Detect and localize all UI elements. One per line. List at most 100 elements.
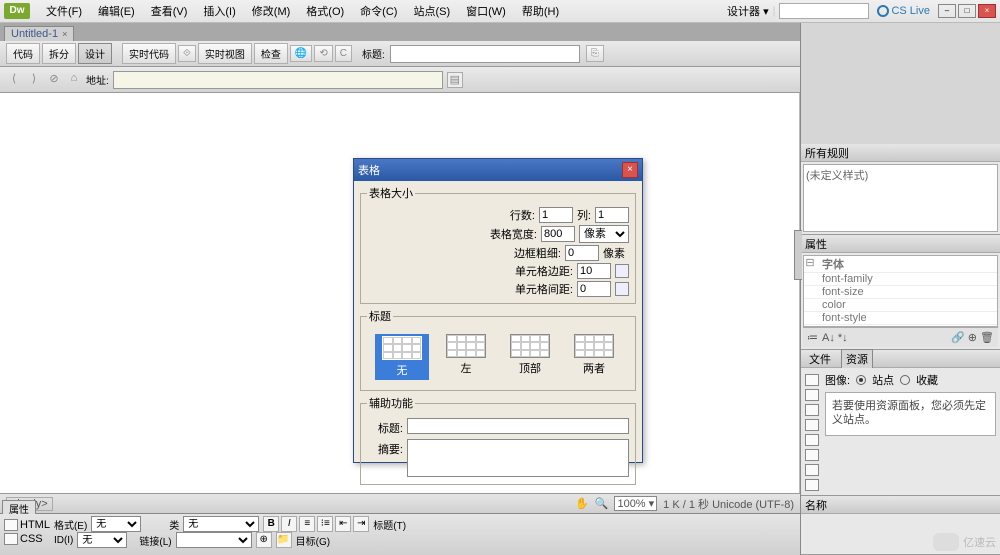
ol-icon[interactable]: ⁝≡ [317,516,333,532]
view-design-button[interactable]: 设计 [78,43,112,64]
menu-view[interactable]: 查看(V) [143,3,196,19]
link-target-icon[interactable]: ⊕ [256,532,272,548]
live-view-button[interactable]: 实时视图 [198,43,252,64]
address-input[interactable] [113,71,443,89]
table-dialog: 表格 × 表格大小 行数: 列: 表格宽度: 像素 边框粗细: 像素 单元格边距… [353,158,643,463]
dialog-titlebar[interactable]: 表格 × [354,159,642,181]
mode-css[interactable]: CSS [4,533,50,545]
menubar: Dw 文件(F) 编辑(E) 查看(V) 插入(I) 修改(M) 格式(O) 命… [0,0,1000,23]
address-go-icon[interactable]: ▤ [447,72,463,88]
watermark: 亿速云 [933,533,996,551]
close-button[interactable]: × [978,4,996,18]
format-select[interactable]: 无 [91,516,141,532]
indent-icon[interactable]: ⇥ [353,516,369,532]
page-title-input[interactable] [390,45,580,63]
link-select[interactable] [176,532,252,548]
nav-home-icon[interactable]: ⌂ [66,72,82,88]
zoom-select[interactable]: 100% ▾ [614,496,657,511]
view-code-button[interactable]: 代码 [6,43,40,64]
assets-message: 若要使用资源面板，您必须先定义站点。 [825,392,996,436]
inspect-button[interactable]: 检查 [254,43,288,64]
width-input[interactable] [541,226,575,242]
menu-commands[interactable]: 命令(C) [352,3,405,19]
nav-stop-icon[interactable]: ⊘ [46,72,62,88]
header-both-option[interactable]: 两者 [567,334,621,380]
rows-input[interactable] [539,207,573,223]
assets-panel: 文件 资源 图像: 站点 收藏 若要使用资源面板，您必须先定义站点。 [801,350,1000,496]
menu-insert[interactable]: 插入(I) [195,3,243,19]
header-left-option[interactable]: 左 [439,334,493,380]
minimize-button[interactable]: – [938,4,956,18]
menu-help[interactable]: 帮助(H) [514,3,567,19]
padding-input[interactable] [577,263,611,279]
view-split-button[interactable]: 拆分 [42,43,76,64]
site-radio[interactable] [856,375,866,385]
assets-category-icons[interactable] [805,374,823,491]
class-select[interactable]: 无 [183,516,259,532]
bold-icon[interactable]: B [263,516,279,532]
props-list[interactable]: ⊟字体 font-family font-size color font-sty… [803,255,998,327]
padding-icon [615,264,629,278]
dialog-close-icon[interactable]: × [622,162,638,178]
padding-label: 单元格边距: [515,263,573,279]
document-tab[interactable]: Untitled-1 × [4,26,74,41]
dialog-title: 表格 [358,162,380,178]
search-input[interactable] [779,3,869,19]
menu-site[interactable]: 站点(S) [405,3,458,19]
settings-icon[interactable]: ⟲ [314,45,332,62]
id-select[interactable]: 无 [77,532,127,548]
menu-window[interactable]: 窗口(W) [458,3,514,19]
group-acc-label: 辅助功能 [367,395,415,411]
class-label: 类 [169,517,179,532]
props-toolbar[interactable]: ≔A↓ *↓ 🔗 ⊕ 🗑 [803,327,998,347]
outdent-icon[interactable]: ⇤ [335,516,351,532]
name-panel-header[interactable]: 名称 [801,496,1000,514]
cslive-button[interactable]: CS Live [873,5,934,17]
refresh-icon[interactable]: C [335,45,352,62]
files-tab[interactable]: 文件 [805,350,835,368]
live-code-button[interactable]: 实时代码 [122,43,176,64]
props-panel-header[interactable]: 属性 [801,235,1000,253]
panel-collapse-handle[interactable] [794,230,802,280]
rules-body: (未定义样式) [803,164,998,232]
title-tool-icon[interactable]: ⎘ [586,45,604,62]
menu-edit[interactable]: 编辑(E) [90,3,143,19]
favorites-radio[interactable] [900,375,910,385]
app-logo: Dw [4,3,30,19]
workspace-switcher[interactable]: 设计器 ▾ [727,3,769,19]
italic-icon[interactable]: I [281,516,297,532]
spacing-input[interactable] [577,281,611,297]
nav-back-icon[interactable]: ⟨ [6,72,22,88]
border-unit: 像素 [603,245,629,261]
accessibility-group: 辅助功能 标题: 摘要: [360,395,636,485]
caption-input[interactable] [407,418,629,434]
assets-panel-header[interactable]: 文件 资源 [801,350,1000,368]
width-unit-select[interactable]: 像素 [579,225,629,243]
border-input[interactable] [565,245,599,261]
hand-tool-icon[interactable]: ✋ [575,497,589,510]
nav-forward-icon[interactable]: ⟩ [26,72,42,88]
mode-html[interactable]: HTML [4,519,50,531]
cols-input[interactable] [595,207,629,223]
close-tab-icon[interactable]: × [62,29,67,39]
menu-modify[interactable]: 修改(M) [244,3,299,19]
header-top-option[interactable]: 顶部 [503,334,557,380]
assets-tab[interactable]: 资源 [841,349,873,368]
header-none-option[interactable]: 无 [375,334,429,380]
group-size-label: 表格大小 [367,185,415,201]
cslive-icon [877,5,889,17]
table-size-group: 表格大小 行数: 列: 表格宽度: 像素 边框粗细: 像素 单元格边距: 单元格… [360,185,636,304]
livecode-toggle-icon[interactable]: ⟐ [178,45,196,62]
menu-format[interactable]: 格式(O) [298,3,352,19]
link-browse-icon[interactable]: 📁 [276,532,292,548]
browser-icon[interactable]: 🌐 [290,45,312,62]
maximize-button[interactable]: □ [958,4,976,18]
ul-icon[interactable]: ≡ [299,516,315,532]
zoom-tool-icon[interactable]: 🔍 [595,497,609,510]
caption-label: 标题: [367,418,403,436]
spacing-icon [615,282,629,296]
rules-panel-header[interactable]: 所有规则 [801,144,1000,162]
menu-file[interactable]: 文件(F) [38,3,90,19]
inspector-tab[interactable]: 属性 [2,500,36,514]
summary-textarea[interactable] [407,439,629,477]
